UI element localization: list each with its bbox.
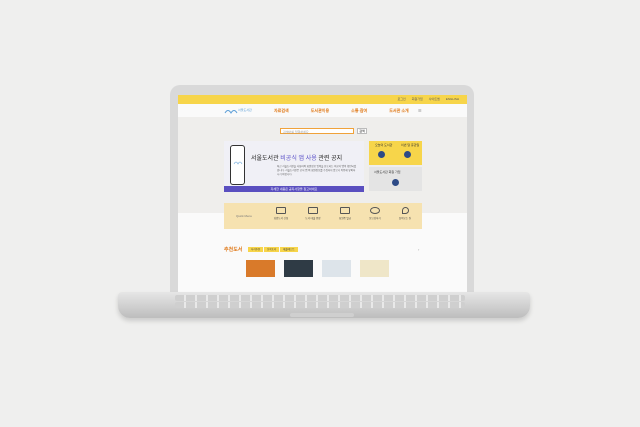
location-pin-icon [401, 207, 409, 214]
logo-text: 서울도서관 [238, 108, 252, 112]
keyboard-keys [175, 295, 465, 301]
chat-icon [370, 207, 380, 214]
quick-label: 찾아오는 길 [398, 217, 412, 220]
nav-item-search[interactable]: 자료검색 [274, 108, 289, 114]
today-library-label: 오늘의 도서관 [375, 143, 393, 147]
keyboard-keys [175, 302, 465, 308]
renew-icon [308, 207, 318, 214]
quick-label: 희망도서 신청 [273, 217, 289, 220]
quick-label: 회원증 발급 [338, 217, 352, 220]
notice-title-highlight: 비공식 앱 사용 [280, 156, 317, 162]
tab-best-loans[interactable]: 대출베스트 [280, 247, 298, 252]
quick-label: 묻고답하기 [369, 217, 381, 220]
notice-body: 최근 서울도서관을 사칭하여 회원정보 입력을 유도하는 비공식 앱이 확인되었… [277, 165, 357, 176]
nav-item-community[interactable]: 소통·참여 [351, 108, 367, 114]
next-arrow-icon[interactable]: › [418, 247, 419, 252]
search-button[interactable]: 검색 [357, 128, 367, 134]
nav-item-usage[interactable]: 도서관이용 [311, 108, 329, 114]
recommend-title: 추천도서 [224, 247, 243, 253]
closed-days-label: 이번 달 휴관일 [401, 143, 420, 147]
top-utility-bar: 로그인 회원가입 사이트맵 ENGLISH [178, 95, 467, 104]
notice-bar[interactable]: 자세한 내용은 공지사항을 참고하세요 [224, 186, 364, 192]
quick-menu-title: Quick Menu [236, 214, 253, 218]
utility-links: 로그인 회원가입 사이트맵 ENGLISH [397, 97, 459, 101]
nav-item-about[interactable]: 도서관 소개 [389, 108, 409, 114]
main-navigation: 자료검색 도서관이용 소통·참여 도서관 소개 [274, 108, 409, 114]
clock-icon [404, 151, 411, 158]
sitemap-link[interactable]: 사이트맵 [429, 97, 440, 101]
trackpad [290, 313, 354, 317]
login-link[interactable]: 로그인 [397, 97, 405, 101]
signup-link[interactable]: 회원가입 [412, 97, 423, 101]
book-icon [276, 207, 286, 214]
notice-title-suffix: 관련 공지 [316, 156, 343, 162]
quick-item-directions[interactable]: 찾아오는 길 [394, 207, 416, 220]
tab-new-arrivals[interactable]: 신착도서 [264, 247, 280, 252]
book-cover[interactable] [284, 260, 313, 277]
menu-icon[interactable]: ☰ [418, 108, 422, 113]
membership-label: 서울도서관 회원 가입 [374, 170, 401, 174]
book-cover[interactable] [246, 260, 275, 277]
quick-item-renew[interactable]: 도서 대출 연장 [302, 207, 324, 220]
english-link[interactable]: ENGLISH [446, 97, 459, 101]
website: 로그인 회원가입 사이트맵 ENGLISH 서울도서관 자료검색 도서관이용 소… [178, 95, 467, 295]
tab-librarian-pick[interactable]: 사서추천 [248, 247, 264, 252]
notice-title-prefix: 서울도서관 [251, 156, 281, 162]
book-cover[interactable] [360, 260, 389, 277]
quick-label: 도서 대출 연장 [305, 217, 321, 220]
quick-item-qna[interactable]: 묻고답하기 [364, 207, 386, 220]
notice-title: 서울도서관 비공식 앱 사용 관련 공지 [251, 153, 342, 162]
book-cover[interactable] [322, 260, 351, 277]
quick-item-card[interactable]: 회원증 발급 [334, 207, 356, 220]
calendar-icon [378, 151, 385, 158]
member-card-icon [392, 179, 399, 186]
quick-item-request[interactable]: 희망도서 신청 [270, 207, 292, 220]
id-card-icon [340, 207, 350, 214]
phone-icon [230, 145, 245, 185]
search-input[interactable]: 검색어를 입력하세요 [280, 128, 354, 134]
